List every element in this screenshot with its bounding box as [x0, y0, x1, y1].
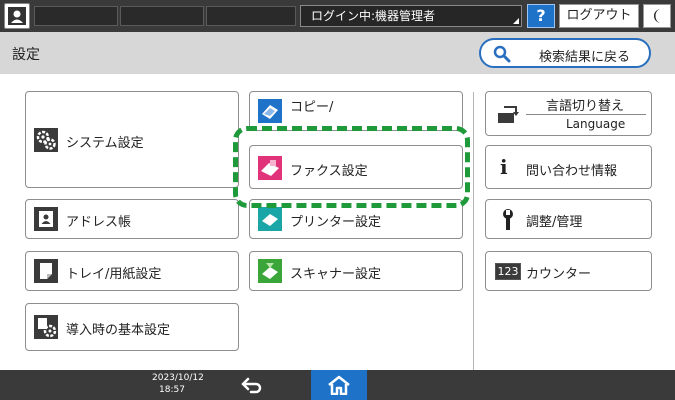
help-button[interactable]: ? — [527, 4, 555, 28]
address-book-icon — [34, 207, 58, 231]
printer-icon — [258, 207, 282, 231]
counter-label: カウンター — [526, 267, 592, 282]
system-settings-label: システム設定 — [66, 136, 144, 151]
language-divider — [526, 114, 646, 115]
time-text: 18:57 — [159, 385, 185, 395]
language-icon — [498, 106, 519, 123]
home-icon — [328, 375, 350, 395]
copier-settings-label: コピー/ — [290, 100, 334, 115]
back-to-search-label: 検索結果に戻る — [539, 50, 631, 65]
status-bar: ログイン中:機器管理者 ? ログアウト — [0, 0, 675, 32]
bottom-bar: 2023/10/12 18:57 — [0, 370, 675, 400]
copy-icon — [258, 99, 282, 123]
language-switch-label: 言語切り替え — [546, 99, 625, 114]
scanner-settings-tile[interactable]: スキャナー設定 — [249, 251, 463, 291]
tray-icon — [34, 259, 58, 283]
settings-menu: システム設定 アドレス帳 トレイ/用紙設定 導入時の基本設定 コピー/ ファクス… — [0, 74, 675, 370]
tray-paper-tile[interactable]: トレイ/用紙設定 — [25, 251, 239, 291]
tray-paper-label: トレイ/用紙設定 — [66, 267, 162, 282]
user-icon — [8, 7, 26, 25]
status-slot — [120, 6, 204, 26]
printer-settings-label: プリンター設定 — [290, 215, 382, 230]
login-status[interactable]: ログイン中:機器管理者 — [300, 5, 522, 27]
highlight-frame — [233, 126, 470, 208]
scanner-settings-label: スキャナー設定 — [290, 267, 382, 282]
back-to-search-button[interactable]: 検索結果に戻る — [479, 38, 651, 68]
copier-settings-tile[interactable]: コピー/ — [249, 91, 463, 131]
column-divider — [473, 92, 474, 370]
back-arrow-icon[interactable] — [240, 375, 264, 395]
counter-tile[interactable]: 123 カウンター — [485, 251, 652, 291]
corner-indicator-icon — [513, 18, 519, 24]
login-status-text: ログイン中:機器管理者 — [311, 9, 436, 23]
title-bar: 設定 検索結果に戻る — [0, 32, 675, 74]
address-book-label: アドレス帳 — [66, 215, 132, 230]
initial-setup-icon — [34, 315, 58, 339]
status-slot — [34, 6, 118, 26]
energy-saver-button[interactable] — [643, 4, 671, 28]
system-gear-icon — [34, 128, 58, 152]
initial-settings-tile[interactable]: 導入時の基本設定 — [25, 303, 239, 351]
maintenance-label: 調整/管理 — [526, 215, 583, 230]
system-settings-tile[interactable]: システム設定 — [25, 91, 239, 188]
info-icon: i — [500, 155, 508, 179]
inquiry-tile[interactable]: i 問い合わせ情報 — [485, 145, 652, 189]
address-book-tile[interactable]: アドレス帳 — [25, 199, 239, 239]
user-button[interactable] — [4, 3, 30, 29]
search-icon — [493, 45, 511, 63]
datetime: 2023/10/12 18:57 — [152, 372, 204, 396]
initial-settings-label: 導入時の基本設定 — [66, 323, 171, 338]
inquiry-label: 問い合わせ情報 — [526, 164, 618, 179]
language-switch-tile[interactable]: 言語切り替え Language — [485, 91, 652, 136]
page-title: 設定 — [12, 47, 40, 63]
counter-icon: 123 — [495, 263, 521, 280]
wrench-icon — [503, 209, 513, 230]
status-slot — [206, 6, 296, 26]
logout-button[interactable]: ログアウト — [559, 4, 639, 28]
date-text: 2023/10/12 — [152, 373, 204, 383]
moon-icon — [654, 9, 661, 23]
home-button[interactable] — [311, 370, 367, 400]
scanner-icon — [258, 259, 282, 283]
language-english-label: Language — [566, 117, 626, 131]
maintenance-tile[interactable]: 調整/管理 — [485, 199, 652, 239]
